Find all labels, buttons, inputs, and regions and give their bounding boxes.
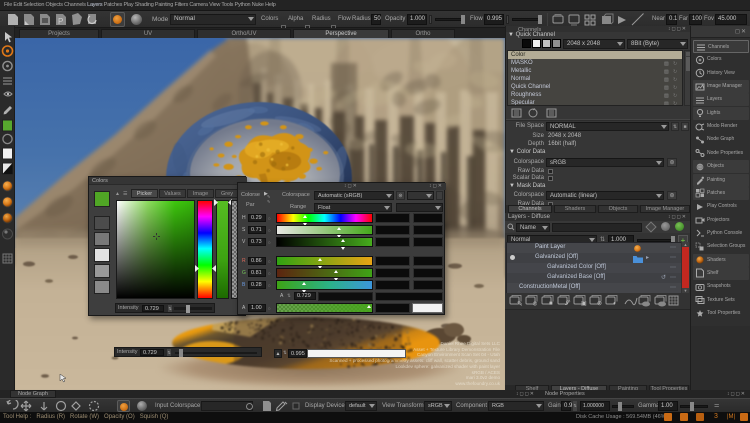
svg-text:⦻: ⦻ — [533, 301, 537, 307]
svg-text:✎: ✎ — [517, 301, 523, 307]
svg-text:P: P — [58, 17, 63, 26]
svg-text:▣: ▣ — [581, 301, 587, 307]
svg-text:◐: ◐ — [613, 301, 617, 307]
svg-text:■: ■ — [549, 301, 553, 307]
svg-text:⊗: ⊗ — [597, 301, 602, 307]
svg-text:𝒮: 𝒮 — [565, 300, 571, 307]
